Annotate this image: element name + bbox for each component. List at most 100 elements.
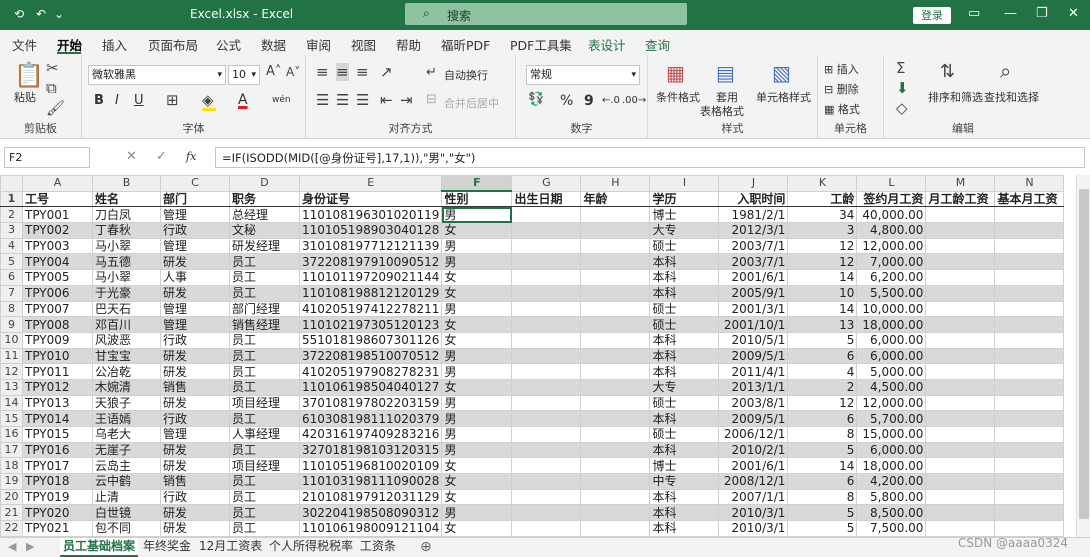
cell[interactable]: 本科 — [649, 488, 720, 506]
cell[interactable] — [580, 410, 651, 427]
cell[interactable] — [994, 253, 1065, 271]
cell[interactable]: 6,000.00 — [856, 441, 927, 459]
cell[interactable]: 女 — [441, 473, 513, 490]
cell[interactable]: 文秘 — [229, 222, 300, 239]
undo-icon[interactable]: ↶ — [36, 7, 46, 21]
cell[interactable]: 女 — [441, 457, 513, 475]
cell[interactable]: 员工 — [229, 520, 300, 537]
cell[interactable]: 2005/9/1 — [718, 284, 789, 302]
cell[interactable]: 370108197802203159 — [298, 394, 443, 412]
row-header[interactable]: 14 — [0, 394, 23, 412]
cell[interactable] — [925, 378, 996, 396]
column-header[interactable]: M — [925, 175, 996, 192]
cell[interactable]: 410205197908278231 — [298, 363, 443, 380]
cell[interactable]: 12,000.00 — [856, 394, 927, 412]
cell[interactable]: 性别 — [441, 190, 513, 208]
cell[interactable] — [925, 473, 996, 490]
cell[interactable]: 研发 — [160, 457, 230, 475]
row-header[interactable]: 4 — [0, 237, 23, 255]
cell[interactable]: 止清 — [92, 488, 161, 506]
cell[interactable] — [511, 473, 582, 490]
border-icon[interactable]: ⊞ — [166, 91, 179, 109]
cell[interactable] — [994, 331, 1065, 349]
row-header[interactable]: 2 — [0, 206, 23, 224]
fill-icon[interactable]: ⬇ — [896, 79, 909, 97]
cell[interactable]: 2011/4/1 — [718, 363, 789, 380]
cell[interactable] — [580, 457, 651, 475]
cell[interactable]: 员工 — [229, 347, 300, 365]
cell[interactable] — [511, 206, 582, 224]
grow-font-icon[interactable]: A˄ — [266, 64, 281, 79]
cell[interactable] — [925, 331, 996, 349]
search-input[interactable]: ⌕ 搜索 — [405, 3, 687, 25]
row-header[interactable]: 15 — [0, 410, 23, 427]
cell[interactable] — [511, 504, 582, 522]
cell[interactable]: 大专 — [649, 222, 720, 239]
vertical-scrollbar[interactable] — [1076, 175, 1090, 537]
column-header[interactable]: D — [229, 175, 300, 192]
cell[interactable]: 4,200.00 — [856, 473, 927, 490]
column-header[interactable]: I — [649, 175, 720, 192]
cell[interactable]: TPY011 — [22, 363, 93, 380]
cell[interactable]: 部门经理 — [229, 300, 300, 318]
enter-icon[interactable]: ✓ — [156, 149, 167, 164]
row-header[interactable]: 10 — [0, 331, 23, 349]
cell[interactable]: 2012/3/1 — [718, 222, 789, 239]
cell[interactable]: 5 — [787, 520, 858, 537]
ribbon-display-icon[interactable]: ▭ — [968, 6, 980, 21]
cell[interactable]: 110106198009121104 — [298, 520, 443, 537]
cell[interactable] — [994, 316, 1065, 333]
cell[interactable]: TPY012 — [22, 378, 93, 396]
cell[interactable] — [511, 394, 582, 412]
cell[interactable]: 2007/1/1 — [718, 488, 789, 506]
cell[interactable]: 2008/12/1 — [718, 473, 789, 490]
cell[interactable]: 研发经理 — [229, 237, 300, 255]
cell[interactable]: 管理 — [160, 316, 230, 333]
row-header[interactable]: 13 — [0, 378, 23, 396]
cell[interactable]: 研发 — [160, 363, 230, 380]
cell[interactable]: 女 — [441, 269, 513, 286]
cell[interactable]: 中专 — [649, 473, 720, 490]
cell[interactable]: 10 — [787, 284, 858, 302]
cell[interactable]: TPY002 — [22, 222, 93, 239]
row-header[interactable]: 7 — [0, 284, 23, 302]
cell[interactable]: 15,000.00 — [856, 426, 927, 443]
cell[interactable]: 6 — [787, 473, 858, 490]
cell[interactable]: TPY003 — [22, 237, 93, 255]
format-painter-icon[interactable]: 🖌 — [46, 99, 65, 117]
cell[interactable]: 男 — [441, 410, 513, 427]
cell[interactable]: 110105198903040128 — [298, 222, 443, 239]
cell[interactable]: 员工 — [229, 488, 300, 506]
prev-sheet-icon[interactable]: ◀ — [8, 540, 16, 553]
cell[interactable]: 研发 — [160, 284, 230, 302]
cell[interactable] — [925, 394, 996, 412]
cell[interactable] — [511, 347, 582, 365]
cell[interactable] — [994, 488, 1065, 506]
cell[interactable]: 行政 — [160, 222, 230, 239]
column-header[interactable]: B — [92, 175, 161, 192]
row-header[interactable]: 11 — [0, 347, 23, 365]
insert-function-button[interactable]: fx — [186, 150, 196, 163]
cell[interactable]: 姓名 — [92, 190, 161, 208]
cell[interactable]: 基本月工资 — [994, 190, 1065, 208]
sort-filter-button[interactable]: 排序和筛选 — [928, 89, 983, 105]
cell[interactable]: 本科 — [649, 347, 720, 365]
column-header[interactable]: C — [160, 175, 230, 192]
cell[interactable]: 4 — [787, 363, 858, 380]
formula-input[interactable]: =IF(ISODD(MID([@身份证号],17,1)),"男","女") — [215, 147, 1085, 168]
cell[interactable]: 研发 — [160, 253, 230, 271]
cell[interactable]: 34 — [787, 206, 858, 224]
cell[interactable]: 110101197209021144 — [298, 269, 443, 286]
cell[interactable]: 研发 — [160, 347, 230, 365]
cell[interactable]: 硕士 — [649, 426, 720, 443]
cell[interactable]: TPY020 — [22, 504, 93, 522]
cell[interactable] — [580, 520, 651, 537]
cell[interactable]: 7,000.00 — [856, 253, 927, 271]
cell[interactable]: 女 — [441, 488, 513, 506]
cell[interactable]: 总经理 — [229, 206, 300, 224]
wrap-text-button[interactable]: 自动换行 — [444, 67, 488, 83]
cell[interactable]: 男 — [441, 237, 513, 255]
cell[interactable]: 研发 — [160, 394, 230, 412]
cell[interactable]: 5 — [787, 441, 858, 459]
cell[interactable]: 13 — [787, 316, 858, 333]
